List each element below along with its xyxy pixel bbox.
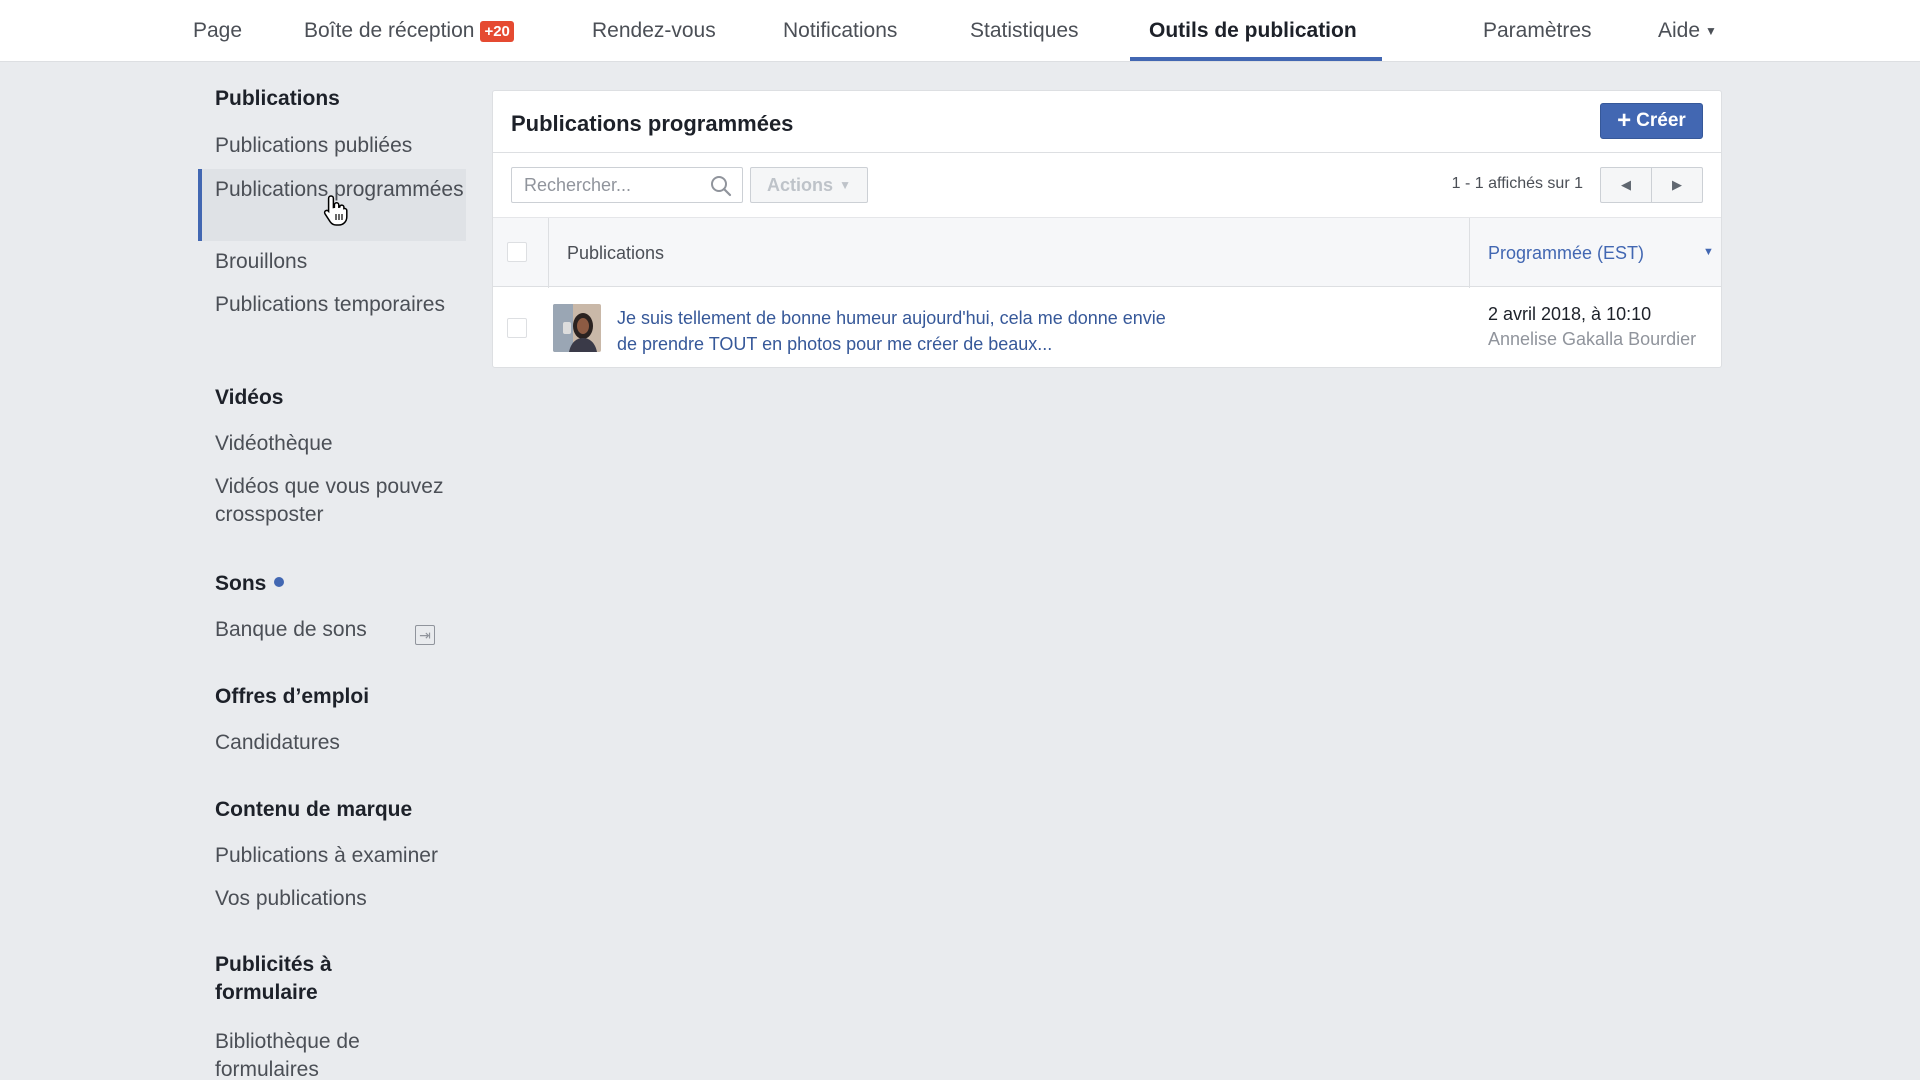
previous-page-button[interactable]: ◀ bbox=[1601, 168, 1651, 202]
post-text-link[interactable]: Je suis tellement de bonne humeur aujour… bbox=[617, 305, 1177, 357]
nav-tab-label: Notifications bbox=[783, 19, 898, 42]
column-header-scheduled[interactable]: Programmée (EST) bbox=[1488, 243, 1644, 264]
external-link-icon[interactable]: ⇥ bbox=[415, 625, 435, 645]
create-button-label: Créer bbox=[1636, 110, 1686, 131]
next-page-button[interactable]: ▶ bbox=[1651, 168, 1702, 202]
table-header: Publications Programmée (EST) ▼ bbox=[493, 217, 1721, 288]
sidebar-heading-lead-ads: Publicités à formulaire bbox=[215, 953, 332, 1004]
active-tab-indicator bbox=[1130, 57, 1382, 61]
sidebar-item-forms-library[interactable]: Bibliothèque de formulaires bbox=[215, 1028, 415, 1080]
scheduled-posts-panel: Publications programmées + Créer Actions… bbox=[492, 90, 1722, 368]
nav-tab-label: Aide bbox=[1658, 19, 1701, 42]
nav-tab-label: Boîte de réception bbox=[304, 19, 475, 42]
sidebar-item-video-library[interactable]: Vidéothèque bbox=[215, 430, 465, 458]
sidebar-item-your-posts[interactable]: Vos publications bbox=[215, 885, 465, 913]
actions-label: Actions bbox=[767, 174, 834, 195]
nav-tab-label: Rendez-vous bbox=[592, 19, 716, 42]
sidebar-heading-label: Sons bbox=[215, 572, 267, 595]
chevron-down-icon: ▼ bbox=[1705, 24, 1717, 38]
nav-tab-help[interactable]: Aide ▼ bbox=[1658, 0, 1717, 62]
header-divider bbox=[493, 152, 1721, 153]
search-icon[interactable] bbox=[710, 175, 732, 197]
column-header-publications[interactable]: Publications bbox=[567, 243, 664, 264]
sidebar-item-applications[interactable]: Candidatures bbox=[215, 729, 465, 757]
nav-tab-page[interactable]: Page bbox=[193, 0, 242, 62]
pagination-controls: ◀ ▶ bbox=[1600, 167, 1703, 203]
nav-tab-appointments[interactable]: Rendez-vous bbox=[592, 0, 716, 62]
column-divider bbox=[548, 218, 549, 288]
panel-title: Publications programmées bbox=[511, 111, 794, 136]
sidebar-heading-publications: Publications bbox=[215, 87, 340, 110]
nav-tab-label: Page bbox=[193, 19, 243, 42]
search-input[interactable] bbox=[512, 168, 697, 202]
nav-tab-label: Paramètres bbox=[1483, 19, 1592, 42]
row-checkbox[interactable] bbox=[507, 318, 527, 338]
sidebar-heading-branded-content: Contenu de marque bbox=[215, 798, 413, 821]
nav-tab-inbox[interactable]: Boîte de réception +20 bbox=[304, 0, 514, 62]
sidebar-item-drafts[interactable]: Brouillons bbox=[215, 248, 465, 276]
sidebar-heading-sounds: Sons bbox=[215, 570, 285, 598]
new-indicator-dot bbox=[274, 577, 285, 588]
inbox-count-badge: +20 bbox=[480, 20, 514, 42]
sidebar-item-published-posts[interactable]: Publications publiées bbox=[215, 132, 465, 160]
chevron-left-icon: ◀ bbox=[1621, 177, 1631, 192]
post-thumbnail[interactable] bbox=[553, 304, 601, 352]
nav-tab-settings[interactable]: Paramètres bbox=[1483, 0, 1592, 62]
sidebar-item-crosspost-videos[interactable]: Vidéos que vous pouvez crossposter bbox=[215, 473, 465, 529]
nav-tab-label: Outils de publication bbox=[1149, 19, 1357, 42]
sort-caret-icon[interactable]: ▼ bbox=[1703, 246, 1714, 258]
nav-tab-statistics[interactable]: Statistiques bbox=[970, 0, 1079, 62]
nav-tab-notifications[interactable]: Notifications bbox=[783, 0, 897, 62]
sidebar-item-posts-to-review[interactable]: Publications à examiner bbox=[215, 842, 465, 870]
chevron-down-icon: ▼ bbox=[839, 178, 851, 192]
column-divider bbox=[1469, 218, 1470, 288]
post-author: Annelise Gakalla Bourdier bbox=[1488, 329, 1697, 349]
select-all-checkbox[interactable] bbox=[507, 242, 527, 262]
nav-tab-publishing-tools[interactable]: Outils de publication bbox=[1149, 0, 1357, 62]
search-box bbox=[511, 167, 743, 203]
plus-icon: + bbox=[1617, 107, 1632, 134]
chevron-right-icon: ▶ bbox=[1672, 177, 1682, 192]
nav-tab-label: Statistiques bbox=[970, 19, 1079, 42]
pagination-info: 1 - 1 affichés sur 1 bbox=[1451, 175, 1583, 192]
scheduled-date: 2 avril 2018, à 10:10 bbox=[1488, 304, 1652, 324]
create-post-button[interactable]: + Créer bbox=[1600, 103, 1703, 139]
top-navigation: Page Boîte de réception +20 Rendez-vous … bbox=[0, 0, 1920, 62]
actions-dropdown[interactable]: Actions ▼ bbox=[750, 167, 868, 203]
sidebar-heading-jobs: Offres d’emploi bbox=[215, 685, 370, 708]
post-photo-icon bbox=[553, 304, 601, 352]
sidebar-item-temporary-posts[interactable]: Publications temporaires bbox=[215, 291, 465, 319]
hand-cursor-icon bbox=[323, 195, 348, 226]
sidebar-heading-videos: Vidéos bbox=[215, 386, 284, 409]
